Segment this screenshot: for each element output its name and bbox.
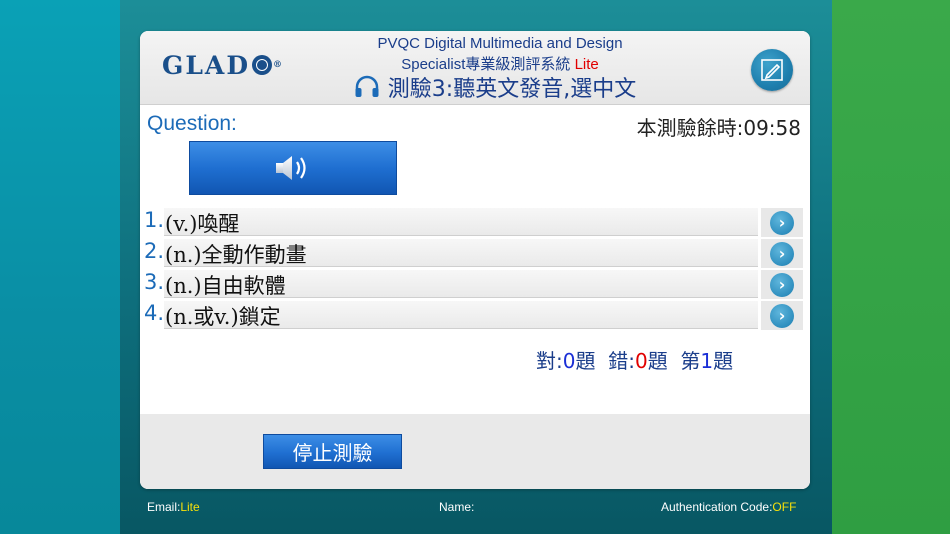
option-text: (n.)全動作動畫 <box>165 243 307 267</box>
wrong-count: 0 <box>634 349 648 373</box>
option-number: 1. <box>144 208 165 232</box>
timer-value: 09:58 <box>743 116 801 140</box>
action-area <box>140 414 810 489</box>
registered-mark-icon: ® <box>273 60 283 70</box>
option-3[interactable]: 3. (n.)自由軟體 › <box>140 269 810 300</box>
correct-count: 0 <box>562 349 576 373</box>
option-bar[interactable] <box>164 208 758 236</box>
speaker-icon <box>276 156 306 180</box>
background-right-band <box>832 0 950 534</box>
main-panel: GLAD ® PVQC Digital Multimedia and Desig… <box>140 31 810 489</box>
question-prefix: 第 <box>680 349 701 373</box>
correct-label: 對: <box>536 349 563 373</box>
option-text: (v.)喚醒 <box>165 212 240 236</box>
app-title-line1: PVQC Digital Multimedia and Design <box>377 35 623 52</box>
option-2-select-button[interactable]: › <box>761 239 803 268</box>
name-label: Name: <box>439 500 475 514</box>
glad-logo: GLAD ® <box>162 50 283 80</box>
option-1[interactable]: 1. (v.)喚醒 › <box>140 207 810 238</box>
headphones-icon <box>355 75 379 97</box>
header: GLAD ® PVQC Digital Multimedia and Desig… <box>140 31 810 105</box>
timer: 本測驗餘時:09:58 <box>637 112 801 141</box>
option-text: (n.或v.)鎖定 <box>165 305 281 329</box>
option-text: (n.)自由軟體 <box>165 274 286 298</box>
chevron-right-icon: › <box>770 241 794 266</box>
status-email: Email:Lite <box>147 500 200 514</box>
test-title: 測驗3:聽英文發音,選中文 <box>325 71 665 103</box>
edit-note-button[interactable] <box>751 49 793 91</box>
option-2[interactable]: 2. (n.)全動作動畫 › <box>140 238 810 269</box>
status-auth: Authentication Code:OFF <box>661 500 796 514</box>
logo-text: GLAD <box>162 50 251 80</box>
option-3-select-button[interactable]: › <box>761 270 803 299</box>
score-summary: 對:0題 錯:0題 第1題 <box>536 345 733 374</box>
option-4[interactable]: 4. (n.或v.)鎖定 › <box>140 300 810 331</box>
option-number: 4. <box>144 301 165 325</box>
question-number: 1 <box>700 349 714 373</box>
timer-label: 本測驗餘時: <box>636 116 744 140</box>
test-title-text: 測驗3:聽英文發音,選中文 <box>387 77 637 102</box>
chevron-right-icon: › <box>770 303 794 328</box>
chevron-right-icon: › <box>770 272 794 297</box>
question-label: Question: <box>147 112 237 135</box>
option-number: 3. <box>144 270 165 294</box>
globe-icon <box>252 55 273 75</box>
option-1-select-button[interactable]: › <box>761 208 803 237</box>
wrong-suffix: 題 <box>647 349 668 373</box>
question-suffix: 題 <box>713 349 734 373</box>
status-name: Name: <box>439 500 474 514</box>
wrong-label: 錯: <box>608 349 635 373</box>
background-left-band <box>0 0 120 534</box>
option-number: 2. <box>144 239 165 263</box>
play-audio-button[interactable] <box>189 141 397 195</box>
auth-label: Authentication Code: <box>661 500 773 514</box>
email-label: Email: <box>147 500 181 514</box>
email-value: Lite <box>180 500 200 514</box>
auth-value: OFF <box>772 500 797 514</box>
correct-suffix: 題 <box>575 349 596 373</box>
stop-test-button[interactable]: 停止測驗 <box>263 434 402 469</box>
pencil-note-icon <box>761 59 783 81</box>
option-4-select-button[interactable]: › <box>761 301 803 330</box>
chevron-right-icon: › <box>770 210 794 235</box>
